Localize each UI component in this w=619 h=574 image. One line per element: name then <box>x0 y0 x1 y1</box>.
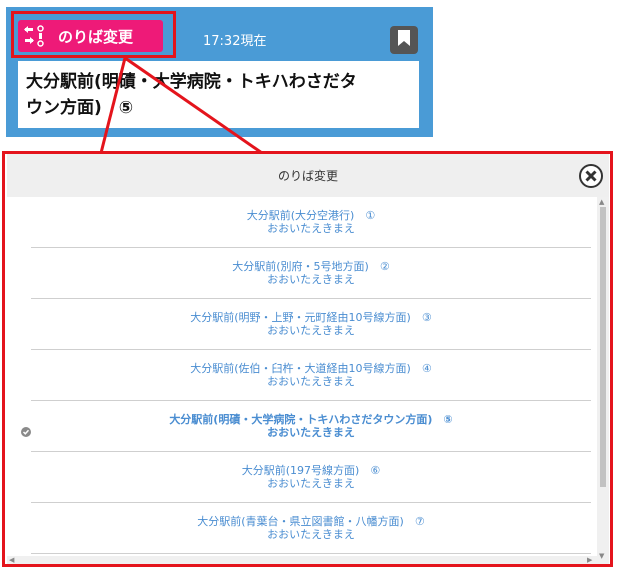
modal-highlight <box>2 151 613 567</box>
